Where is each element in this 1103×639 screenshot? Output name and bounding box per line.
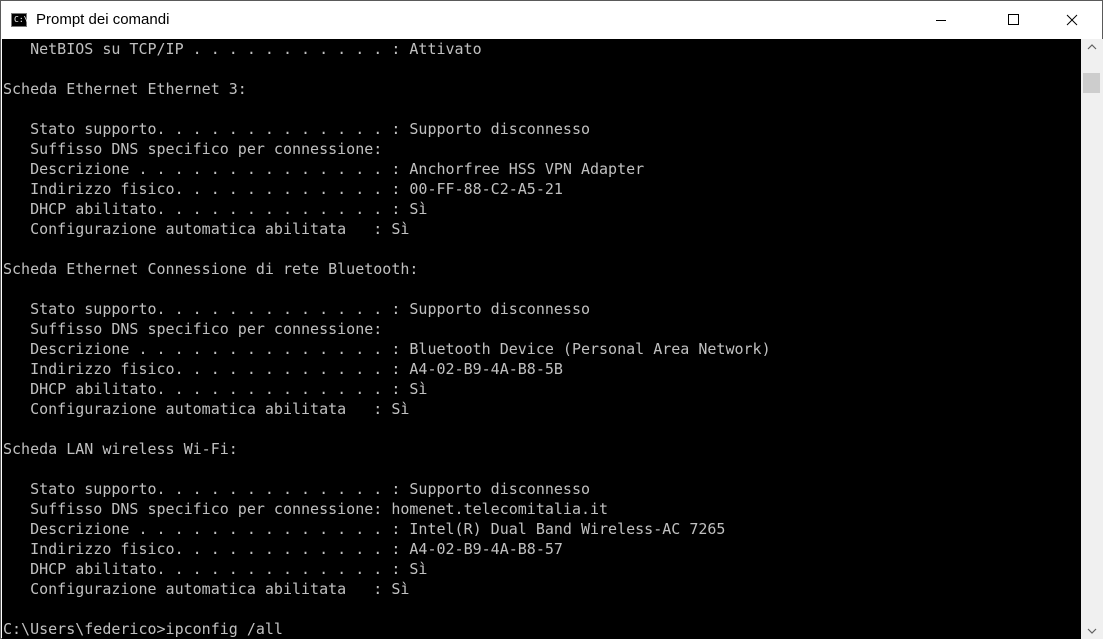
console-line: Scheda Ethernet Connessione di rete Blue…	[3, 260, 419, 278]
window-title: Prompt dei comandi	[36, 11, 170, 28]
console-line: Descrizione . . . . . . . . . . . . . . …	[3, 520, 726, 538]
console-line: Descrizione . . . . . . . . . . . . . . …	[3, 160, 645, 178]
console-line: Scheda LAN wireless Wi-Fi:	[3, 440, 238, 458]
console-line: Configurazione automatica abilitata : Sì	[3, 220, 410, 238]
console-line: Suffisso DNS specifico per connessione:	[3, 320, 383, 338]
console-line: DHCP abilitato. . . . . . . . . . . . . …	[3, 200, 428, 218]
console-line: Suffisso DNS specifico per connessione:	[3, 140, 383, 158]
minimize-button[interactable]	[918, 1, 964, 39]
console-line: Configurazione automatica abilitata : Sì	[3, 580, 410, 598]
console-line: NetBIOS su TCP/IP . . . . . . . . . . . …	[3, 40, 482, 58]
console-line: Scheda Ethernet Ethernet 3:	[3, 80, 247, 98]
console-line: Indirizzo fisico. . . . . . . . . . . . …	[3, 360, 563, 378]
console-line: Configurazione automatica abilitata : Sì	[3, 400, 410, 418]
cmd-app-icon-label: C:\.	[14, 15, 34, 24]
scroll-down-arrow-icon	[1087, 628, 1097, 634]
console-lines: NetBIOS su TCP/IP . . . . . . . . . . . …	[3, 39, 771, 639]
close-icon	[1066, 14, 1078, 26]
console-line: DHCP abilitato. . . . . . . . . . . . . …	[3, 380, 428, 398]
command-prompt-window: C:\. Prompt dei comandi NetBIOS su TCP/I…	[0, 0, 1103, 639]
vertical-scrollbar[interactable]	[1081, 39, 1103, 639]
console-line: Stato supporto. . . . . . . . . . . . . …	[3, 300, 590, 318]
maximize-icon	[1008, 14, 1019, 25]
cmd-app-icon[interactable]: C:\.	[11, 13, 33, 27]
scroll-down-button[interactable]	[1081, 622, 1103, 639]
title-bar[interactable]: C:\. Prompt dei comandi	[1, 1, 1102, 39]
scrollbar-thumb[interactable]	[1083, 73, 1100, 93]
console-line: Descrizione . . . . . . . . . . . . . . …	[3, 340, 771, 358]
console-line: C:\Users\federico>ipconfig /all	[3, 620, 283, 638]
console-output[interactable]: NetBIOS su TCP/IP . . . . . . . . . . . …	[2, 39, 1081, 639]
minimize-icon	[936, 20, 946, 21]
console-line: DHCP abilitato. . . . . . . . . . . . . …	[3, 560, 428, 578]
scroll-up-arrow-icon	[1087, 44, 1097, 50]
console-line: Indirizzo fisico. . . . . . . . . . . . …	[3, 540, 563, 558]
close-button[interactable]	[1049, 1, 1095, 39]
maximize-button[interactable]	[991, 1, 1037, 39]
console-line: Suffisso DNS specifico per connessione: …	[3, 500, 609, 518]
console-line: Indirizzo fisico. . . . . . . . . . . . …	[3, 180, 563, 198]
console-line: Stato supporto. . . . . . . . . . . . . …	[3, 120, 590, 138]
console-line: Stato supporto. . . . . . . . . . . . . …	[3, 480, 590, 498]
scroll-up-button[interactable]	[1081, 39, 1103, 56]
